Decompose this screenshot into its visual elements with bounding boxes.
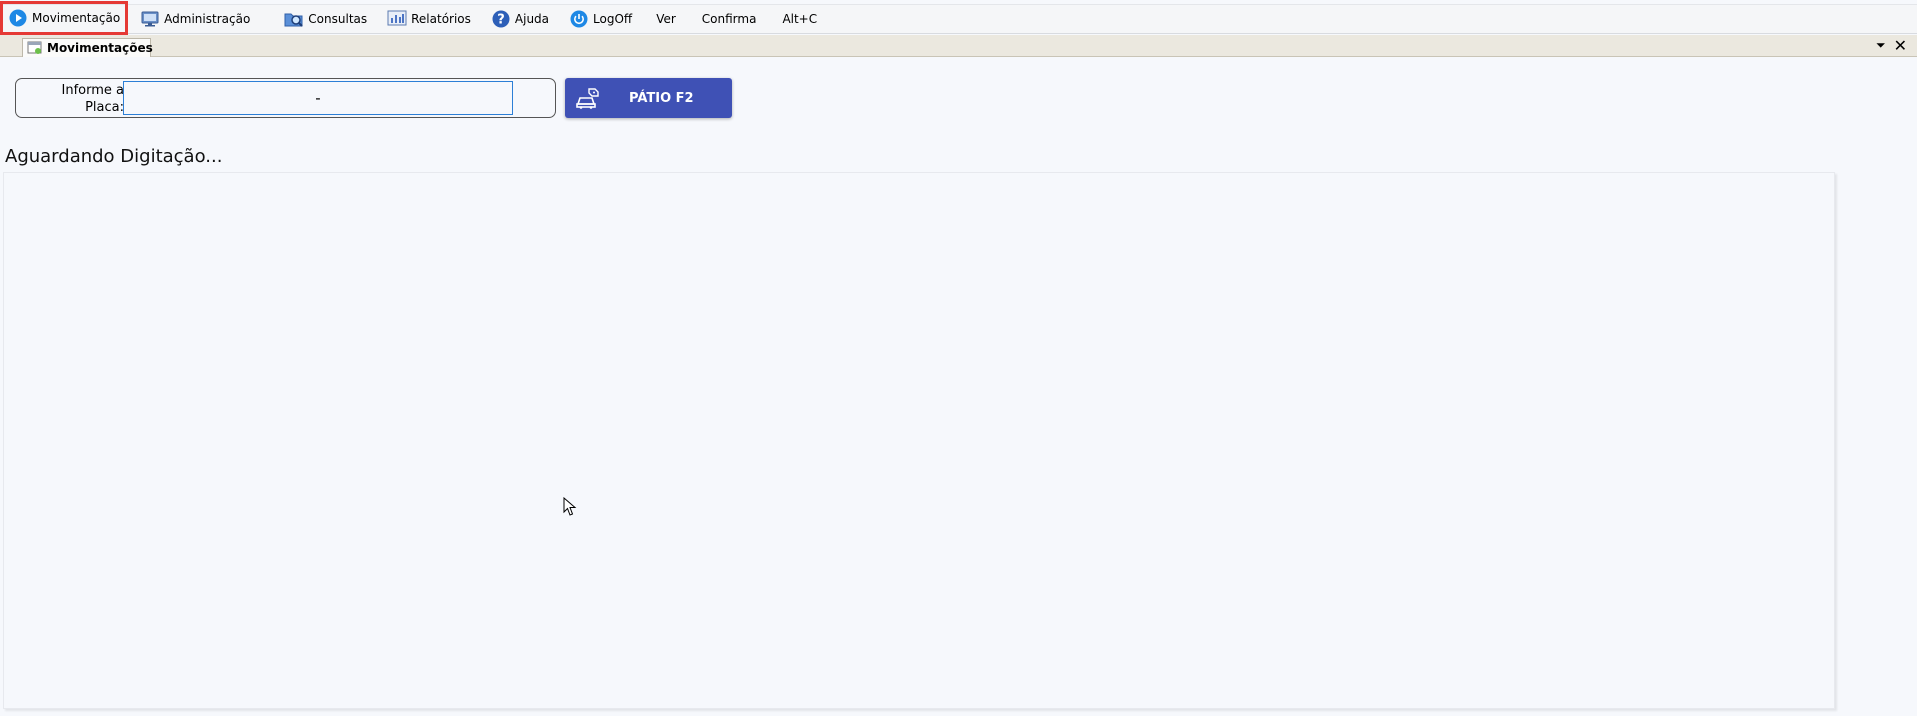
menu-label: Alt+C [782,12,818,26]
patio-button-label: PÁTIO F2 [629,90,694,106]
tab-label: Movimentações [47,41,153,55]
menu-logoff[interactable]: LogOff [563,5,640,33]
admin-monitor-icon [140,9,160,29]
menu-administracao[interactable]: Administração [134,5,258,33]
plate-input[interactable] [123,81,513,115]
document-icon [27,41,43,55]
parking-car-icon [575,86,601,110]
play-circle-icon [8,8,28,28]
menu-label: Ajuda [514,12,550,26]
menu-consultas[interactable]: Consultas [278,5,375,33]
menu-label: Administração [164,12,251,26]
svg-text:?: ? [497,13,505,28]
search-folder-icon [284,9,304,29]
results-panel [3,172,1835,709]
app-window: Movimentação Administração Consultas Rel… [0,0,1917,716]
menu-label: Confirma [701,12,757,26]
power-icon [569,9,589,29]
plate-label: Informe a Placa: [61,83,124,115]
close-icon[interactable]: ✕ [1894,36,1907,55]
menu-label: Consultas [308,12,368,26]
menu-label: Movimentação [32,11,121,25]
report-chart-icon [387,9,407,29]
menu-alt-c[interactable]: Alt+C [772,5,827,33]
menu-confirma[interactable]: Confirma [692,5,767,33]
tab-movimentacoes[interactable]: Movimentações [22,38,153,57]
menu-ver[interactable]: Ver [646,5,686,33]
help-question-icon: ? [491,9,511,29]
tab-controls: ⏷ ✕ [1876,36,1907,55]
plate-input-group: Informe a Placa: [15,78,556,118]
menu-label: Ver [656,12,676,26]
menu-label: Relatórios [411,12,471,26]
menu-ajuda[interactable]: ? Ajuda [485,5,557,33]
status-text: Aguardando Digitação... [5,146,223,167]
menu-movimentacao[interactable]: Movimentação [0,1,129,35]
menubar: Movimentação Administração Consultas Rel… [0,1,1917,35]
menu-relatorios[interactable]: Relatórios [381,5,479,33]
chevron-down-icon[interactable]: ⏷ [1876,38,1886,53]
mouse-cursor-icon [563,496,577,517]
patio-button[interactable]: PÁTIO F2 [565,78,732,118]
menu-label: LogOff [593,12,633,26]
document-tab-strip: Movimentações ⏷ ✕ [0,35,1917,57]
